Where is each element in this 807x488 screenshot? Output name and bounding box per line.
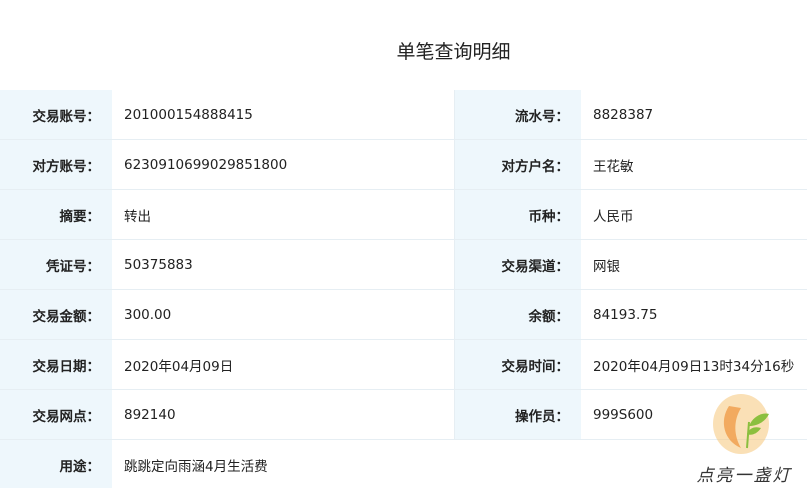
page-title: 单笔查询明细: [396, 41, 511, 63]
channel-value: 网银: [581, 239, 807, 290]
account-label: 交易账号：: [0, 90, 112, 140]
operator-value: 999S600: [581, 389, 807, 440]
serial-label: 流水号：: [454, 90, 581, 140]
account-value: 201000154888415: [112, 90, 455, 140]
branch-value: 892140: [112, 389, 455, 440]
detail-table: 交易账号： 201000154888415 流水号： 8828387 对方账号：…: [0, 90, 807, 488]
summary-label: 摘要：: [0, 189, 112, 240]
row-branch: 交易网点： 892140 操作员： 999S600: [0, 389, 807, 440]
date-value: 2020年04月09日: [112, 339, 455, 390]
row-amount: 交易金额： 300.00 余额： 84193.75: [0, 289, 807, 340]
branch-label: 交易网点：: [0, 389, 112, 440]
currency-value: 人民币: [581, 189, 807, 240]
date-label: 交易日期：: [0, 339, 112, 390]
time-label: 交易时间：: [454, 339, 581, 390]
purpose-value: 跳跳定向雨涵4月生活费: [112, 439, 807, 488]
operator-label: 操作员：: [454, 389, 581, 440]
balance-value: 84193.75: [581, 289, 807, 340]
purpose-label: 用途：: [0, 439, 112, 488]
counter-account-value: 6230910699029851800: [112, 139, 455, 190]
balance-label: 余额：: [454, 289, 581, 340]
serial-value: 8828387: [581, 90, 807, 140]
row-purpose: 用途： 跳跳定向雨涵4月生活费: [0, 439, 807, 488]
counter-name-label: 对方户名：: [454, 139, 581, 190]
time-value: 2020年04月09日13时34分16秒: [581, 339, 807, 390]
voucher-label: 凭证号：: [0, 239, 112, 290]
amount-value: 300.00: [112, 289, 455, 340]
row-counterparty: 对方账号： 6230910699029851800 对方户名： 王花敏: [0, 139, 807, 190]
channel-label: 交易渠道：: [454, 239, 581, 290]
summary-value: 转出: [112, 189, 455, 240]
row-summary: 摘要： 转出 币种： 人民币: [0, 189, 807, 240]
transaction-detail-page: 单笔查询明细 交易账号： 201000154888415 流水号： 882838…: [0, 0, 807, 488]
row-account: 交易账号： 201000154888415 流水号： 8828387: [0, 90, 807, 140]
counter-name-value: 王花敏: [581, 139, 807, 190]
voucher-value: 50375883: [112, 239, 455, 290]
amount-label: 交易金额：: [0, 289, 112, 340]
currency-label: 币种：: [454, 189, 581, 240]
row-voucher: 凭证号： 50375883 交易渠道： 网银: [0, 239, 807, 290]
row-date: 交易日期： 2020年04月09日 交易时间： 2020年04月09日13时34…: [0, 339, 807, 390]
counter-account-label: 对方账号：: [0, 139, 112, 190]
